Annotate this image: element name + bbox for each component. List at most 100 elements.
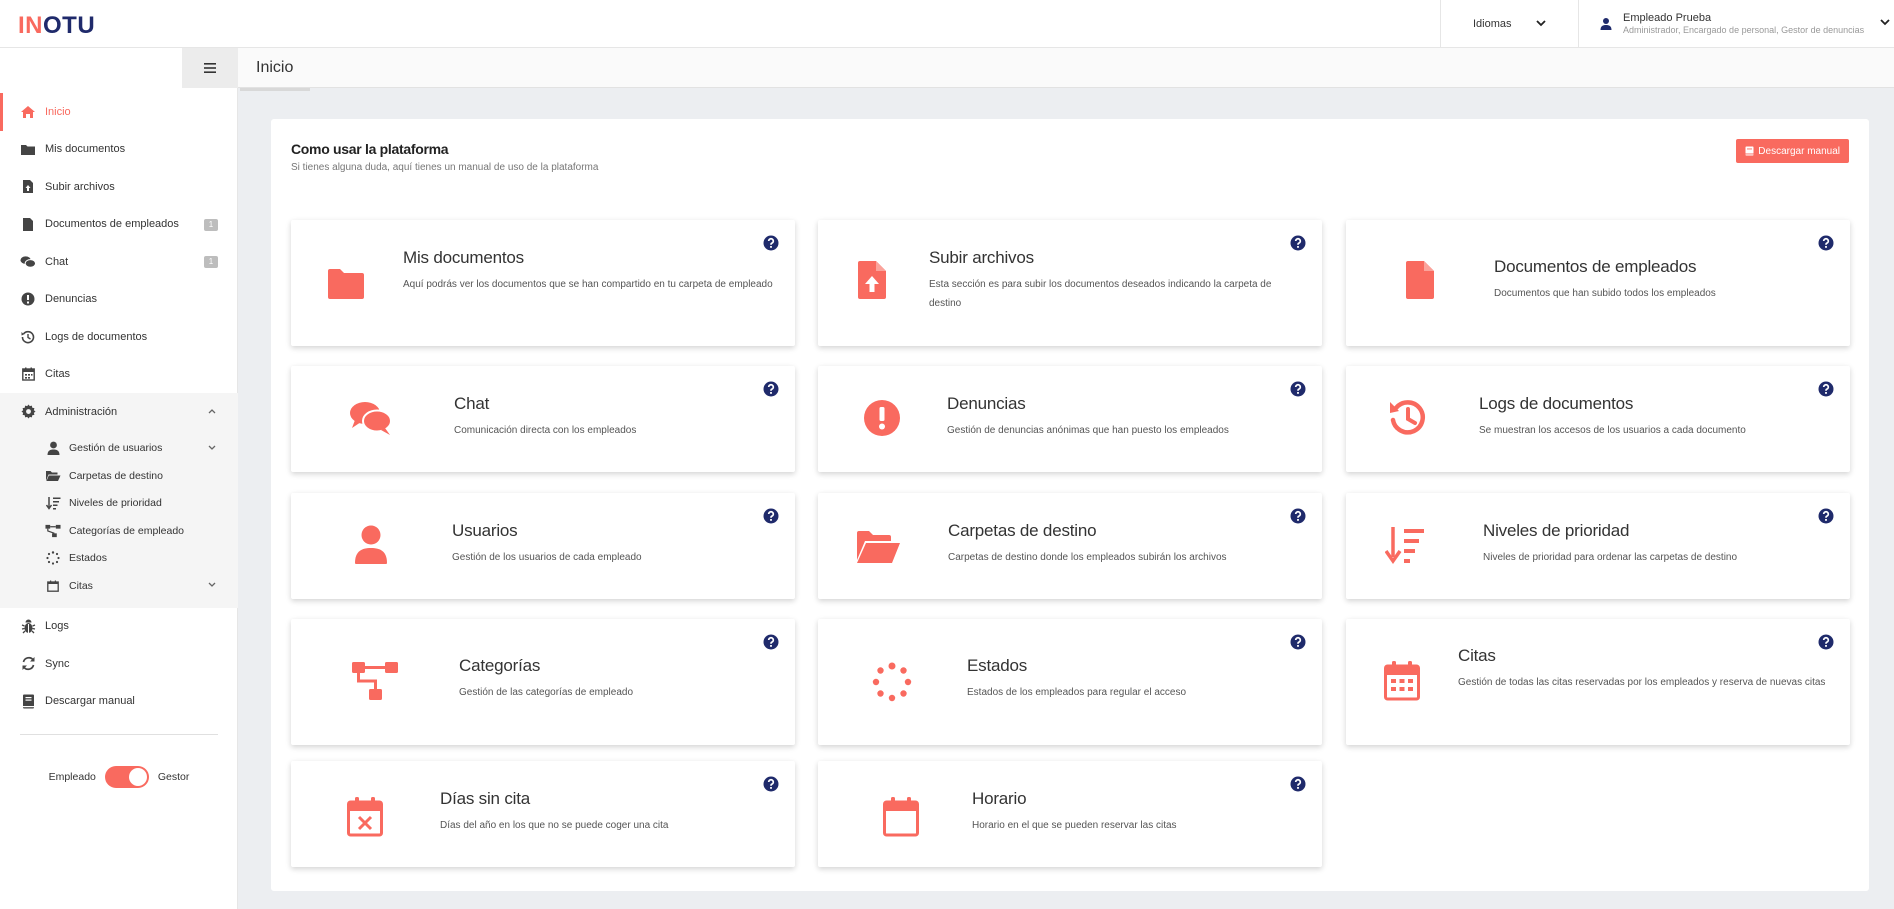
sidebar-item-administracion[interactable]: Administración — [0, 393, 238, 431]
card-denuncias[interactable]: Denuncias Gestión de denuncias anónimas … — [818, 366, 1322, 472]
sidebar-item-chat[interactable]: Chat 1 — [0, 243, 238, 281]
history-icon — [1384, 394, 1432, 442]
card-title: Denuncias — [947, 394, 1026, 413]
top-bar: INOTU Idiomas Empleado Prueba Administra… — [0, 0, 1894, 48]
page-title: Inicio — [256, 59, 294, 76]
bug-icon — [20, 618, 36, 634]
card-logs-documentos[interactable]: Logs de documentos Se muestran los acces… — [1346, 366, 1850, 472]
card-description: Aquí podrás ver los documentos que se ha… — [403, 279, 773, 290]
card-title: Categorías — [459, 656, 541, 675]
download-manual-button[interactable]: Descargar manual — [1736, 139, 1849, 163]
cog-icon — [20, 404, 36, 420]
sidebar-item-documentos-empleados[interactable]: Documentos de empleados 1 — [0, 206, 238, 244]
card-citas[interactable]: Citas Gestión de todas las citas reserva… — [1346, 619, 1850, 745]
menu-toggle-button[interactable] — [182, 48, 238, 88]
user-menu[interactable]: Empleado Prueba Administrador, Encargado… — [1578, 0, 1894, 48]
chevron-up-icon — [208, 406, 216, 417]
card-title: Citas — [1458, 646, 1496, 665]
card-description: Comunicación directa con los empleados — [454, 425, 637, 436]
sidebar-subitem-niveles-prioridad[interactable]: Niveles de prioridad — [0, 490, 238, 518]
comments-icon — [347, 394, 395, 442]
sitemap-icon — [45, 524, 61, 538]
question-circle-icon[interactable] — [1818, 508, 1834, 524]
sidebar-item-sync[interactable]: Sync — [0, 645, 238, 683]
card-horario[interactable]: Horario Horario en el que se pueden rese… — [818, 761, 1322, 867]
card-niveles-prioridad[interactable]: Niveles de prioridad Niveles de priorida… — [1346, 493, 1850, 599]
card-usuarios[interactable]: Usuarios Gestión de los usuarios de cada… — [291, 493, 795, 599]
sidebar-subitem-gestion-usuarios[interactable]: Gestión de usuarios — [0, 435, 238, 463]
sidebar-item-label: Logs — [45, 620, 69, 633]
folder-icon — [20, 141, 36, 157]
question-circle-icon[interactable] — [763, 235, 779, 251]
question-circle-icon[interactable] — [1290, 381, 1306, 397]
admin-submenu: Gestión de usuarios Carpetas de destino … — [0, 430, 238, 608]
card-description: Carpetas de destino donde los empleados … — [948, 552, 1227, 563]
card-estados[interactable]: Estados Estados de los empleados para re… — [818, 619, 1322, 745]
sidebar-item-subir-archivos[interactable]: Subir archivos — [0, 168, 238, 206]
card-mis-documentos[interactable]: Mis documentos Aquí podrás ver los docum… — [291, 220, 795, 346]
sidebar-item-label: Citas — [45, 368, 71, 381]
question-circle-icon[interactable] — [763, 776, 779, 792]
card-title: Carpetas de destino — [948, 521, 1097, 540]
spinner-icon — [45, 551, 61, 565]
panel-title: Como usar la plataforma — [291, 141, 449, 157]
card-title: Documentos de empleados — [1494, 257, 1697, 276]
sidebar-subitem-citas[interactable]: Citas — [0, 572, 238, 600]
sidebar-subitem-categorias-empleado[interactable]: Categorías de empleado — [0, 517, 238, 545]
question-circle-icon[interactable] — [1290, 235, 1306, 251]
sidebar-item-inicio[interactable]: Inicio — [0, 93, 238, 131]
sidebar-subitem-carpetas-destino[interactable]: Carpetas de destino — [0, 462, 238, 490]
sidebar-subitem-label: Carpetas de destino — [69, 469, 163, 482]
sort-amount-down-icon — [1381, 521, 1429, 569]
sidebar-item-mis-documentos[interactable]: Mis documentos — [0, 131, 238, 169]
question-circle-icon[interactable] — [1290, 508, 1306, 524]
card-description: Gestión de los usuarios de cada empleado — [452, 552, 642, 563]
card-title: Horario — [972, 789, 1027, 808]
logo-text-accent: IN — [18, 12, 43, 39]
question-circle-icon[interactable] — [1290, 634, 1306, 650]
card-description: Se muestran los accesos de los usuarios … — [1479, 425, 1746, 436]
card-description: Documentos que han subido todos los empl… — [1494, 288, 1716, 299]
sidebar-subitem-estados[interactable]: Estados — [0, 545, 238, 573]
card-carpetas-destino[interactable]: Carpetas de destino Carpetas de destino … — [818, 493, 1322, 599]
folder-open-icon — [854, 523, 902, 571]
card-chat[interactable]: Chat Comunicación directa con los emplea… — [291, 366, 795, 472]
count-badge: 1 — [204, 256, 218, 268]
sidebar-subitem-label: Citas — [69, 579, 93, 592]
sidebar-item-label: Administración — [45, 405, 118, 418]
chevron-down-icon — [1880, 16, 1890, 30]
question-circle-icon[interactable] — [1290, 776, 1306, 792]
app-logo[interactable]: INOTU — [18, 12, 95, 40]
panel-subtitle: Si tienes alguna duda, aquí tienes un ma… — [291, 162, 599, 173]
sidebar-item-label: Subir archivos — [45, 180, 115, 193]
role-switch[interactable] — [104, 766, 149, 788]
question-circle-icon[interactable] — [1818, 381, 1834, 397]
download-manual-label: Descargar manual — [1758, 145, 1840, 157]
main-content: Inicio Como usar la plataforma Si tienes… — [238, 48, 1894, 909]
sidebar-item-citas[interactable]: Citas — [0, 356, 238, 394]
chevron-down-icon — [208, 580, 216, 591]
card-subir-archivos[interactable]: Subir archivos Esta sección es para subi… — [818, 220, 1322, 346]
chevron-down-icon — [1535, 17, 1546, 31]
sidebar-item-logs[interactable]: Logs — [0, 608, 238, 646]
card-documentos-empleados[interactable]: Documentos de empleados Documentos que h… — [1346, 220, 1850, 346]
question-circle-icon[interactable] — [763, 634, 779, 650]
card-categorias[interactable]: Categorías Gestión de las categorías de … — [291, 619, 795, 745]
sidebar-item-label: Denuncias — [45, 293, 97, 306]
sidebar-item-descargar-manual[interactable]: Descargar manual — [0, 683, 238, 721]
question-circle-icon[interactable] — [763, 381, 779, 397]
language-selector[interactable]: Idiomas — [1440, 0, 1578, 48]
sidebar-item-denuncias[interactable]: Denuncias — [0, 281, 238, 319]
card-title: Mis documentos — [403, 248, 524, 267]
question-circle-icon[interactable] — [1818, 634, 1834, 650]
card-description: Esta sección es para subir los documento… — [929, 279, 1272, 309]
sidebar-item-logs-documentos[interactable]: Logs de documentos — [0, 318, 238, 356]
spinner-icon — [868, 658, 916, 706]
card-description: Días del año en los que no se puede coge… — [440, 820, 669, 831]
question-circle-icon[interactable] — [1818, 235, 1834, 251]
question-circle-icon[interactable] — [763, 508, 779, 524]
card-dias-sin-cita[interactable]: Días sin cita Días del año en los que no… — [291, 761, 795, 867]
sidebar-menu: Inicio Mis documentos Subir archivos Doc… — [0, 93, 238, 747]
sidebar: Inicio Mis documentos Subir archivos Doc… — [0, 48, 238, 909]
card-title: Días sin cita — [440, 789, 530, 808]
